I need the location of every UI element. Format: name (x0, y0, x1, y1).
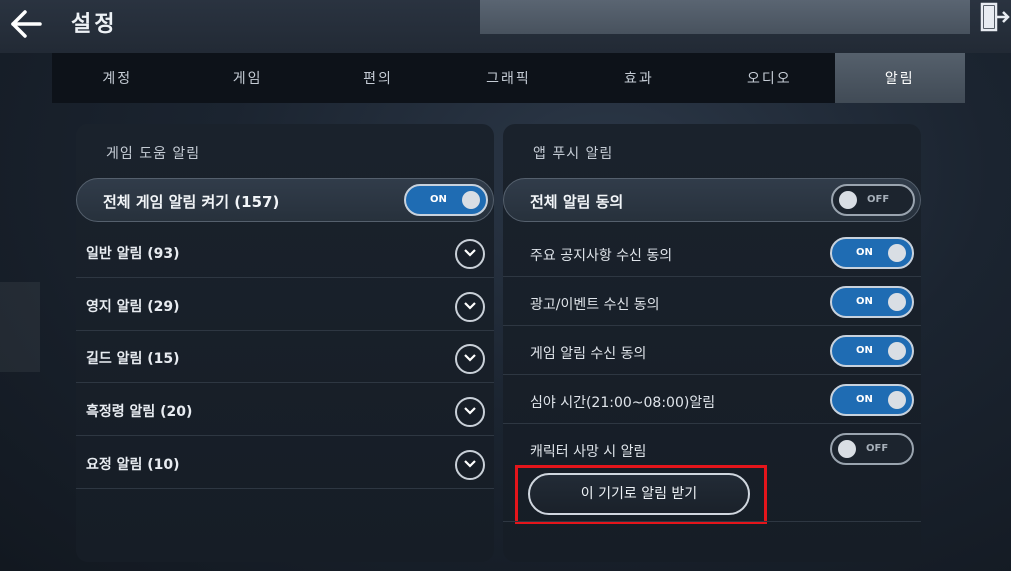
chevron-down-icon (464, 460, 476, 468)
toggle-state-label: OFF (867, 194, 890, 205)
toggle-state-label: ON (856, 345, 873, 356)
tab-notifications[interactable]: 알림 (834, 53, 965, 103)
expand-button[interactable] (455, 344, 485, 374)
tab-audio[interactable]: 오디오 (704, 53, 834, 103)
expand-button[interactable] (455, 450, 485, 480)
divider (503, 521, 921, 522)
toggle-state-label: ON (856, 296, 873, 307)
toggle-knob (888, 391, 906, 409)
game-notifications-consent-toggle[interactable]: ON (830, 335, 914, 367)
tab-convenience[interactable]: 편의 (313, 53, 443, 103)
app-push-notifications-panel: 앱 푸시 알림 전체 알림 동의 OFF 주요 공지사항 수신 동의 ON 광고… (503, 124, 921, 562)
list-item: 심야 시간(21:00~08:00)알림 ON (503, 375, 921, 424)
list-item-label: 영지 알림 (29) (86, 299, 180, 315)
toggle-state-label: ON (856, 394, 873, 405)
toggle-knob (838, 440, 856, 458)
arrow-left-icon (11, 10, 42, 38)
chevron-down-icon (464, 302, 476, 310)
all-notifications-consent-row: 전체 알림 동의 OFF (503, 178, 921, 222)
list-item-label: 게임 알림 수신 동의 (530, 346, 647, 362)
list-item[interactable]: 길드 알림 (15) (76, 331, 494, 383)
exit-button[interactable] (978, 0, 1011, 34)
all-game-notifications-row: 전체 게임 알림 켜기 (157) ON (76, 178, 494, 222)
tab-account[interactable]: 계정 (52, 53, 182, 103)
toggle-knob (888, 293, 906, 311)
page-title: 설정 (71, 12, 118, 37)
all-game-notifications-label: 전체 게임 알림 켜기 (157) (103, 193, 280, 211)
list-item-label: 심야 시간(21:00~08:00)알림 (530, 395, 716, 411)
toggle-state-label: ON (430, 194, 447, 205)
toggle-knob (888, 342, 906, 360)
list-item: 주요 공지사항 수신 동의 ON (503, 228, 921, 277)
list-item-label: 흑정령 알림 (20) (86, 404, 193, 420)
list-item-label: 요정 알림 (10) (86, 457, 180, 473)
list-item[interactable]: 요정 알림 (10) (76, 437, 494, 489)
tab-effects[interactable]: 효과 (574, 53, 704, 103)
toggle-state-label: ON (856, 247, 873, 258)
list-item-label: 주요 공지사항 수신 동의 (530, 248, 673, 264)
list-item-label: 일반 알림 (93) (86, 246, 180, 262)
night-time-notifications-toggle[interactable]: ON (830, 384, 914, 416)
game-help-notifications-panel: 게임 도움 알림 전체 게임 알림 켜기 (157) ON 일반 알림 (93)… (76, 124, 494, 562)
chevron-down-icon (464, 407, 476, 415)
exit-door-icon (980, 2, 1010, 32)
expand-button[interactable] (455, 292, 485, 322)
top-bar: 설정 (0, 0, 1011, 53)
list-item-label: 광고/이벤트 수신 동의 (530, 297, 660, 313)
toggle-state-label: OFF (866, 443, 889, 454)
chevron-down-icon (464, 249, 476, 257)
ads-events-consent-toggle[interactable]: ON (830, 286, 914, 318)
toggle-knob (462, 191, 480, 209)
all-game-notifications-toggle[interactable]: ON (404, 184, 488, 216)
toggle-knob (888, 244, 906, 262)
expand-button[interactable] (455, 397, 485, 427)
panel-title: 앱 푸시 알림 (533, 146, 614, 162)
all-notifications-consent-toggle[interactable]: OFF (831, 184, 915, 216)
panel-title: 게임 도움 알림 (106, 146, 201, 162)
tab-game[interactable]: 게임 (182, 53, 312, 103)
expand-button[interactable] (455, 239, 485, 269)
list-item-label: 길드 알림 (15) (86, 351, 180, 367)
highlight-box (515, 465, 767, 524)
toggle-knob (839, 191, 857, 209)
list-item[interactable]: 영지 알림 (29) (76, 279, 494, 331)
character-death-notifications-toggle[interactable]: OFF (830, 433, 914, 465)
notice-consent-toggle[interactable]: ON (830, 237, 914, 269)
list-item[interactable]: 흑정령 알림 (20) (76, 384, 494, 436)
list-item[interactable]: 일반 알림 (93) (76, 226, 494, 278)
list-item: 광고/이벤트 수신 동의 ON (503, 277, 921, 326)
tab-graphics[interactable]: 그래픽 (443, 53, 573, 103)
all-notifications-consent-label: 전체 알림 동의 (530, 193, 624, 211)
back-button[interactable] (8, 6, 44, 42)
list-item: 게임 알림 수신 동의 ON (503, 326, 921, 375)
list-item-label: 캐릭터 사망 시 알림 (530, 444, 647, 460)
header-panel (480, 0, 970, 34)
side-shade (0, 282, 40, 372)
chevron-down-icon (464, 354, 476, 362)
settings-tabs: 계정 게임 편의 그래픽 효과 오디오 알림 (52, 53, 965, 103)
